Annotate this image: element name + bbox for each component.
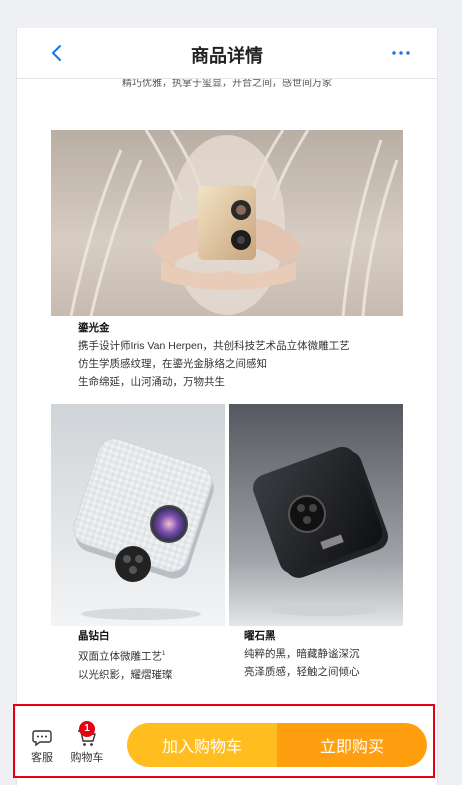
product-detail-content[interactable]: 精巧优雅，执掌于玺显，开合之间，感世间万家 鎏光金 携手设计师Iris Van … (17, 78, 437, 703)
gold-line-1: 携手设计师Iris Van Herpen，共创科技艺术品立体微雕工艺 (78, 340, 350, 352)
customer-service-button[interactable]: 客服 (20, 727, 64, 765)
white-line-2: 以光织影，耀熠璀璨 (78, 668, 173, 681)
black-caption: 曜石黑 纯粹的黑，暗藏静谧深沉 亮泽质感，轻触之间倾心 (244, 627, 404, 681)
more-button[interactable] (387, 41, 415, 65)
white-title: 晶钻白 (78, 630, 110, 642)
black-phone-image (229, 404, 403, 626)
black-line-1: 纯粹的黑，暗藏静谧深沉 (244, 648, 360, 660)
gold-caption: 鎏光金 携手设计师Iris Van Herpen，共创科技艺术品立体微雕工艺 仿… (78, 319, 408, 391)
white-footnote: 1 (162, 651, 166, 657)
gold-line-2: 仿生学质感纹理，在鎏光金脉络之间感知 (78, 358, 267, 370)
gold-title: 鎏光金 (78, 322, 110, 334)
white-phone-image (51, 404, 225, 626)
tagline-text: 精巧优雅，执掌于玺显，开合之间，感世间万家 (122, 78, 332, 89)
buy-now-button[interactable]: 立即购买 (277, 723, 427, 767)
ellipsis-icon (392, 51, 410, 55)
white-caption: 晶钻白 双面立体微雕工艺1 以光织影，耀熠璀璨 (78, 627, 228, 684)
cart-label: 购物车 (70, 752, 104, 764)
cart-count-badge: 1 (79, 721, 95, 737)
add-to-cart-button[interactable]: 加入购物车 (127, 723, 277, 767)
white-line-1: 双面立体微雕工艺1 (78, 650, 166, 663)
chat-bubble-icon (32, 730, 52, 747)
gold-line-3: 生命绵延，山河涌动，万物共生 (78, 376, 225, 388)
black-line-2: 亮泽质感，轻触之间倾心 (244, 666, 360, 678)
top-nav-bar: 商品详情 (17, 28, 437, 79)
service-label: 客服 (31, 752, 53, 764)
page-title: 商品详情 (191, 46, 263, 66)
gold-phone-image (51, 130, 403, 316)
black-title: 曜石黑 (244, 630, 276, 642)
phone-frame: 商品详情 精巧优雅，执掌于玺显，开合之间，感世间万家 鎏光金 携手设计师Iris… (16, 28, 438, 785)
